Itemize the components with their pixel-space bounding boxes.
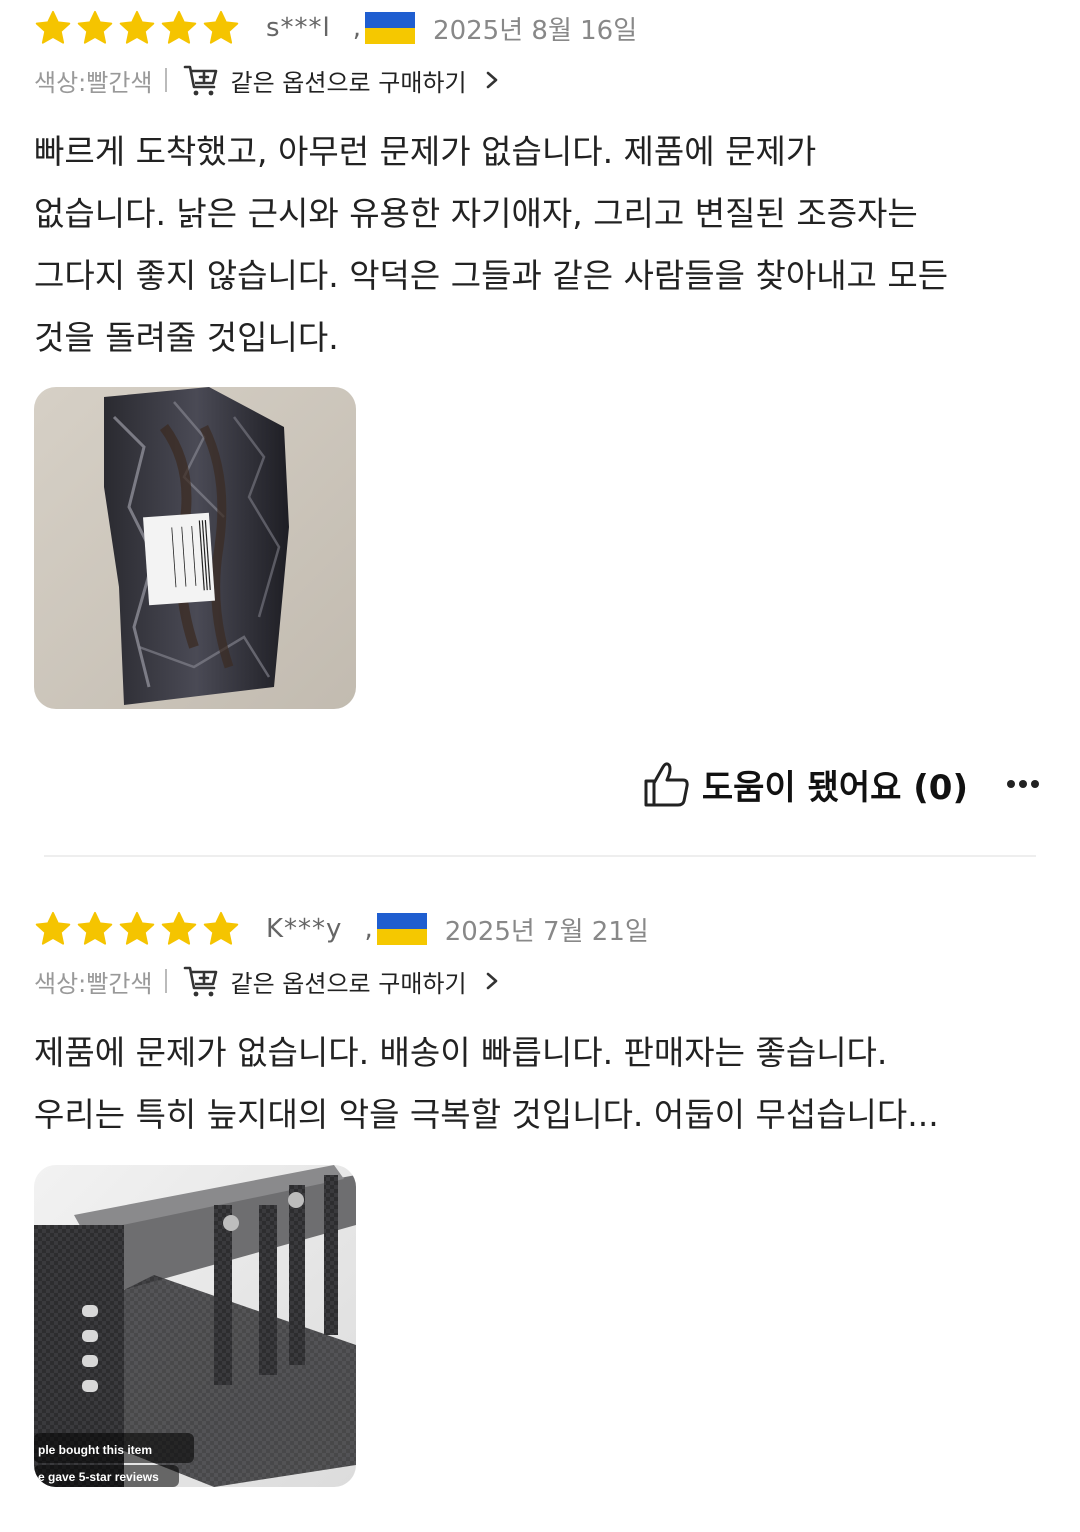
review-date: 2025년 8월 16일: [433, 15, 638, 46]
ukraine-flag-icon: [365, 12, 416, 44]
name-separator: ,: [364, 914, 373, 944]
option-divider: [164, 969, 167, 993]
review-text-line: 제품에 문제가 없습니다. 배송이 빠릅니다. 판매자는 좋습니다.: [34, 1033, 888, 1072]
buy-same-option-link[interactable]: 같은 옵션으로 구매하기: [231, 63, 467, 98]
star-icon: [34, 910, 72, 948]
review-text: 빠르게 도착했고, 아무런 문제가 없습니다. 제품에 문제가 없습니다. 낡은…: [34, 121, 1054, 369]
star-rating: [34, 9, 240, 47]
star-icon: [118, 910, 156, 948]
review-text: 제품에 문제가 없습니다. 배송이 빠릅니다. 판매자는 좋습니다. 우리는 특…: [34, 1022, 1054, 1146]
helpful-button[interactable]: 도움이 됐어요 (0): [702, 760, 968, 809]
review-text-line: 빠르게 도착했고, 아무런 문제가 없습니다. 제품에 문제가: [34, 132, 817, 171]
option-label: 색상:빨간색: [34, 68, 153, 97]
photo-caption: ple bought this item: [38, 1443, 152, 1457]
reviewer-name: K***y: [266, 914, 343, 944]
helpful-row: 도움이 됐어요 (0): [642, 756, 1040, 812]
review-card: s***l , 2025년 8월 16일 색상:빨간색 같은 옵션으로 구매하기…: [0, 0, 1080, 855]
purchase-option-row: 색상:빨간색 같은 옵션으로 구매하기: [34, 961, 499, 1001]
review-photo[interactable]: ple bought this item e gave 5-star revie…: [34, 1165, 356, 1487]
more-icon[interactable]: [1006, 779, 1040, 789]
chevron-right-icon[interactable]: [485, 70, 499, 90]
cart-plus-icon[interactable]: [183, 63, 219, 97]
review-date: 2025년 7월 21일: [444, 916, 649, 947]
star-icon: [202, 910, 240, 948]
buy-same-option-link[interactable]: 같은 옵션으로 구매하기: [231, 964, 467, 999]
review-header: K***y , 2025년 7월 21일: [34, 909, 649, 949]
name-separator: ,: [352, 13, 362, 43]
star-icon: [160, 910, 198, 948]
thumbs-up-icon[interactable]: [642, 759, 692, 809]
star-icon: [76, 9, 114, 47]
review-text-line: 그다지 좋지 않습니다. 악덕은 그들과 같은 사람들을 찾아내고 모든: [34, 256, 949, 295]
review-card: K***y , 2025년 7월 21일 색상:빨간색 같은 옵션으로 구매하기…: [0, 857, 1080, 1532]
review-text-line: 없습니다. 낡은 근시와 유용한 자기애자, 그리고 변질된 조증자는: [34, 194, 918, 233]
star-icon: [160, 9, 198, 47]
option-label: 색상:빨간색: [34, 969, 153, 998]
star-icon: [76, 910, 114, 948]
reviewer-name: s***l: [266, 13, 331, 43]
photo-caption: e gave 5-star reviews: [38, 1470, 159, 1484]
chevron-right-icon[interactable]: [485, 971, 499, 991]
star-icon: [202, 9, 240, 47]
review-header: s***l , 2025년 8월 16일: [34, 8, 637, 48]
review-text-line: 것을 돌려줄 것입니다.: [34, 318, 339, 357]
ukraine-flag-icon: [376, 913, 427, 945]
star-rating: [34, 910, 240, 948]
review-photo[interactable]: [34, 387, 356, 709]
option-divider: [164, 68, 167, 92]
star-icon: [34, 9, 72, 47]
star-icon: [118, 9, 156, 47]
cart-plus-icon[interactable]: [183, 964, 219, 998]
review-text-line: 우리는 특히 늪지대의 악을 극복할 것입니다. 어둡이 무섭습니다...: [34, 1095, 939, 1134]
purchase-option-row: 색상:빨간색 같은 옵션으로 구매하기: [34, 60, 499, 100]
